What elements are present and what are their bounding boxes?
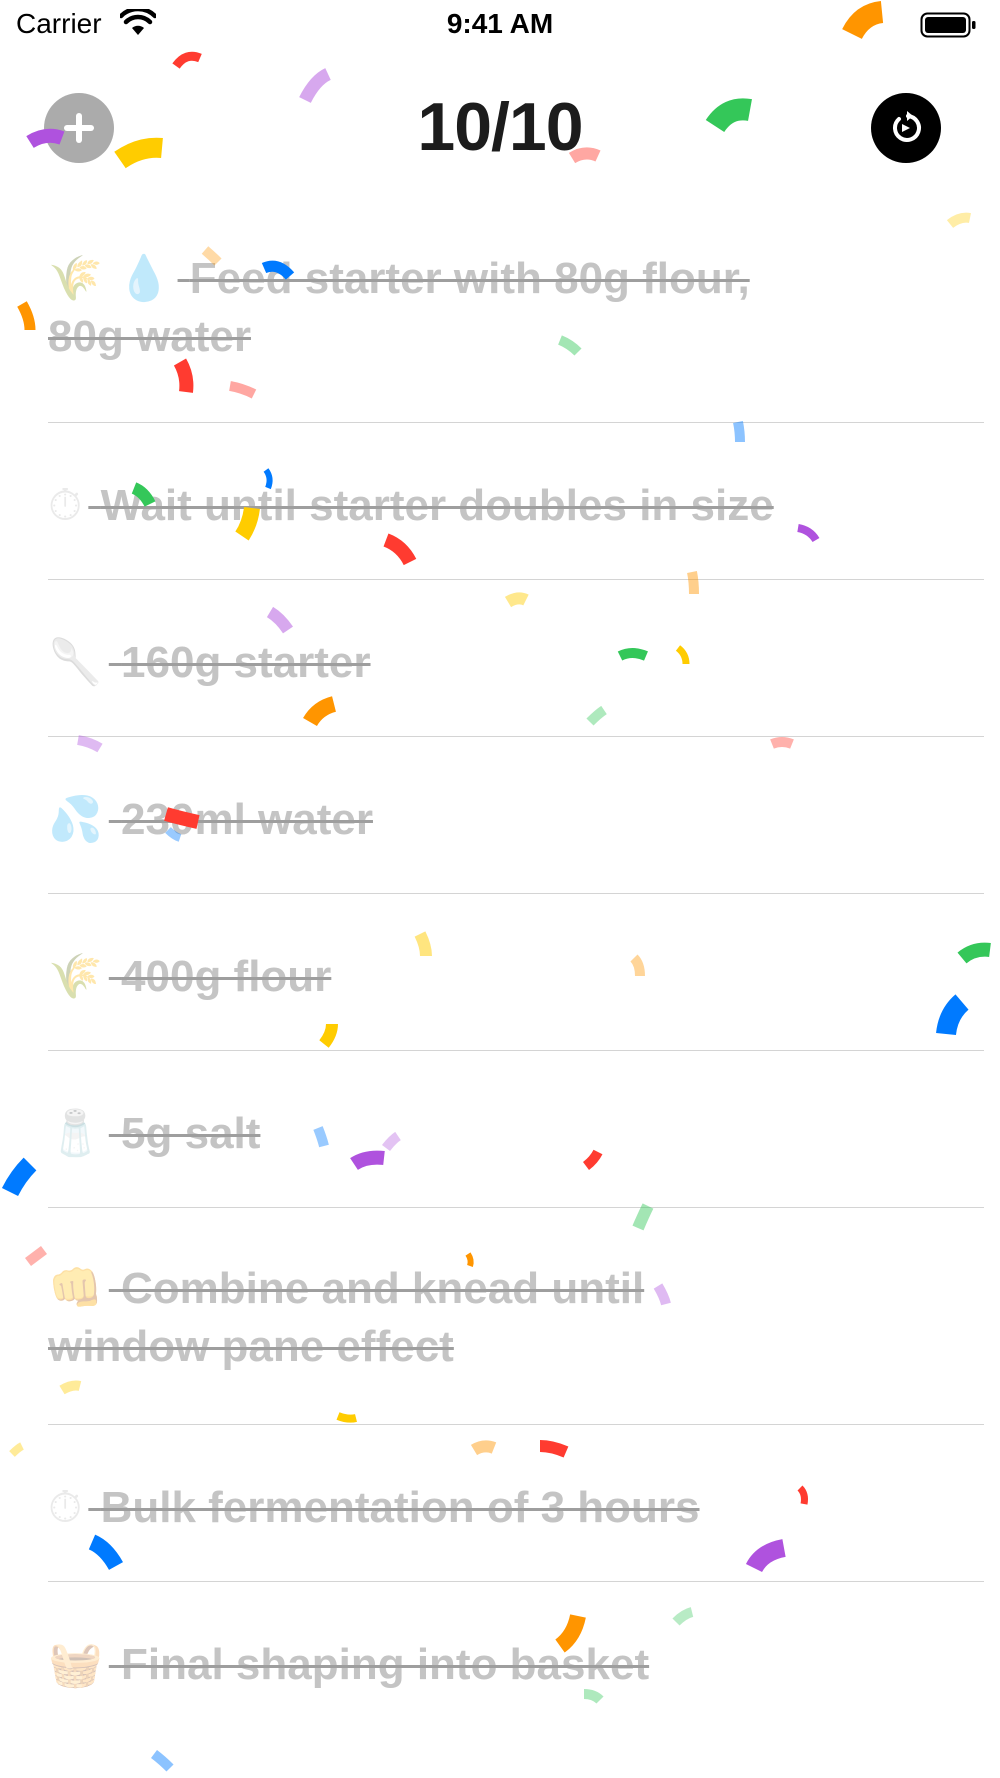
step-item[interactable]: 🥄 160g starter (48, 580, 984, 737)
step-item[interactable]: ⏱ Wait until starter doubles in size (48, 423, 984, 580)
step-emoji: 🧂 (48, 1108, 103, 1159)
step-emoji: 🌾 💧 (48, 253, 172, 304)
step-text: 400g flour (121, 952, 332, 1001)
step-item[interactable]: 🧂 5g salt (48, 1051, 984, 1208)
step-list: 🌾 💧 Feed starter with 80g flour, 80g wat… (0, 240, 1000, 1732)
battery-icon (920, 12, 976, 38)
step-text: Final shaping into basket (121, 1640, 650, 1689)
step-item[interactable]: 🌾 400g flour (48, 894, 984, 1051)
step-label: ⏱ Wait until starter doubles in size (48, 477, 788, 535)
step-item[interactable]: 💦 230ml water (48, 737, 984, 894)
step-emoji: 🧺 (48, 1639, 103, 1690)
step-emoji: 🥄 (48, 637, 103, 688)
step-label: 🧺 Final shaping into basket (48, 1636, 788, 1694)
step-emoji: 🌾 (48, 951, 103, 1002)
progress-counter: 10/10 (417, 89, 583, 165)
status-bar: Carrier 9:41 AM (0, 0, 1000, 52)
step-label: 🌾 400g flour (48, 948, 788, 1006)
step-label: 👊 Combine and knead until window pane ef… (48, 1260, 788, 1376)
step-label: 🧂 5g salt (48, 1105, 788, 1163)
step-item[interactable]: ⏱ Bulk fermentation of 3 hours (48, 1425, 984, 1582)
step-text: Wait until starter doubles in size (100, 481, 774, 530)
step-emoji: 💦 (48, 794, 103, 845)
step-emoji: ⏱ (48, 480, 83, 531)
step-emoji: 👊 (48, 1263, 103, 1314)
status-time: 9:41 AM (446, 8, 554, 39)
step-item[interactable]: 🧺 Final shaping into basket (48, 1582, 984, 1732)
confetti-piece (946, 212, 971, 229)
step-label: 🌾 💧 Feed starter with 80g flour, 80g wat… (48, 250, 788, 366)
step-item[interactable]: 🌾 💧 Feed starter with 80g flour, 80g wat… (48, 240, 984, 423)
step-label: 💦 230ml water (48, 791, 788, 849)
confetti-piece (150, 1750, 174, 1772)
step-label: ⏱ Bulk fermentation of 3 hours (48, 1479, 788, 1537)
step-label: 🥄 160g starter (48, 634, 788, 692)
step-text: Bulk fermentation of 3 hours (100, 1483, 700, 1532)
step-item[interactable]: 👊 Combine and knead until window pane ef… (48, 1208, 984, 1425)
step-text: 5g salt (121, 1109, 261, 1158)
reset-button[interactable] (871, 93, 941, 163)
step-text: 230ml water (121, 795, 373, 844)
step-emoji: ⏱ (48, 1482, 83, 1533)
header: 10/10 (0, 60, 1000, 190)
step-text: Combine and knead until window pane effe… (48, 1264, 645, 1371)
step-text: 160g starter (121, 638, 371, 687)
reset-icon (893, 111, 921, 142)
